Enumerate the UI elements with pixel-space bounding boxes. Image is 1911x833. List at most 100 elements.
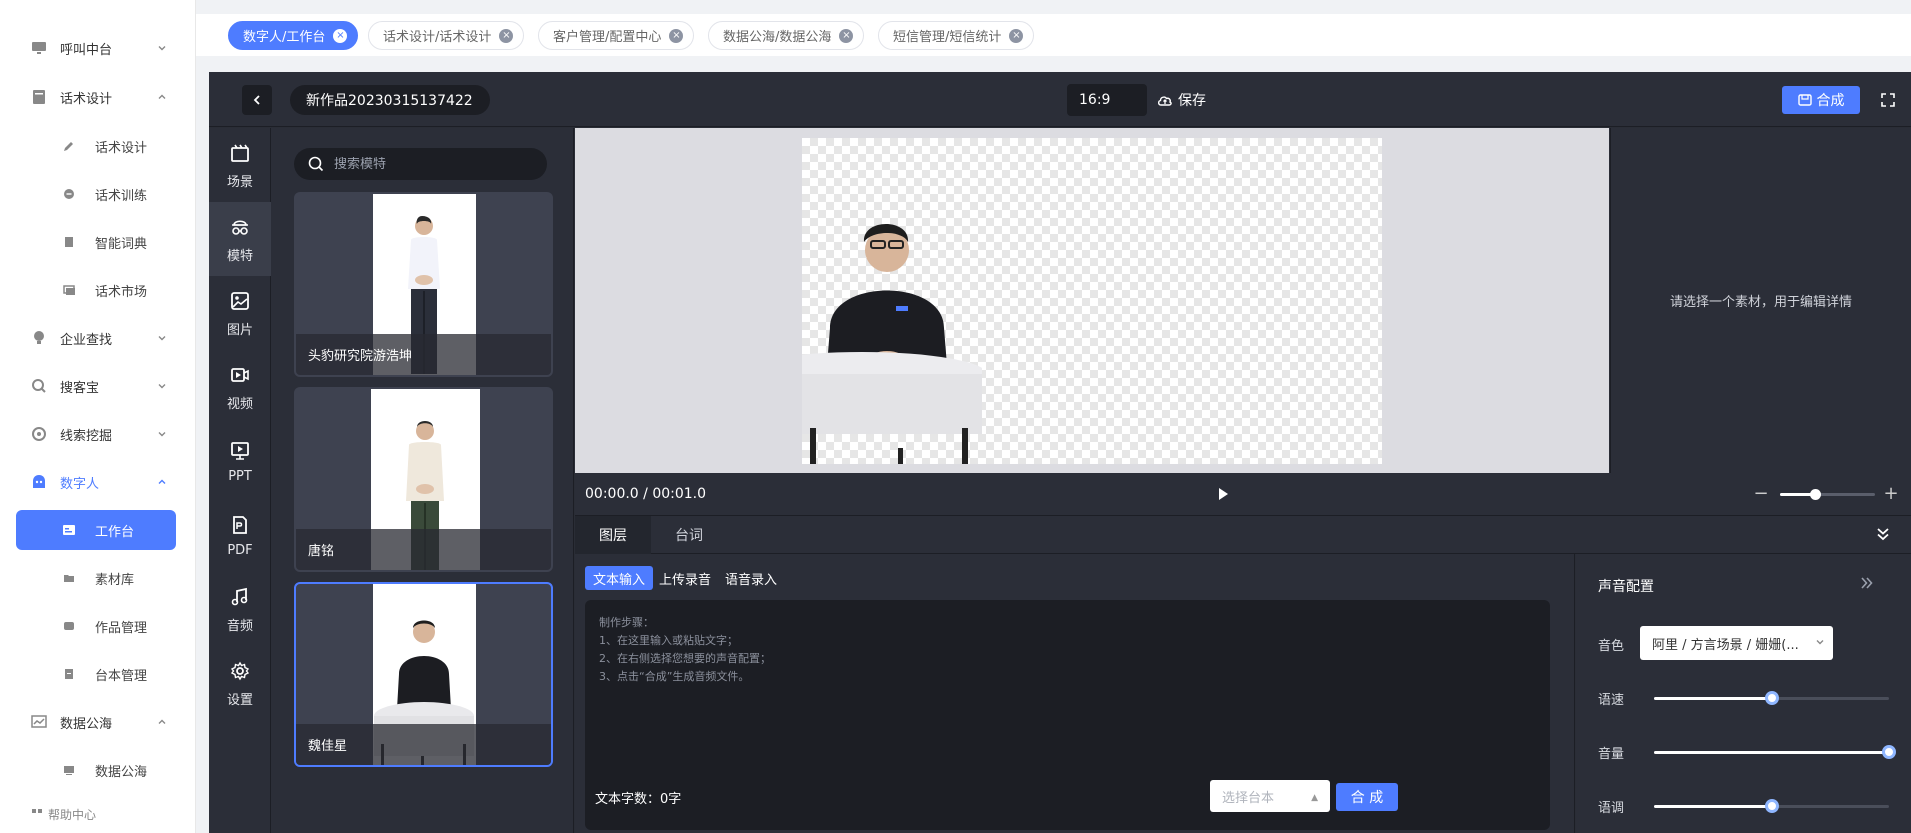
model-name: 唐铭: [296, 529, 551, 570]
close-icon[interactable]: ×: [499, 28, 514, 43]
model-card[interactable]: 魏佳星: [294, 582, 553, 767]
robot-icon: [30, 473, 48, 491]
close-icon[interactable]: ×: [839, 28, 854, 43]
tab-config-center[interactable]: 客户管理/配置中心 ×: [538, 21, 695, 50]
sidebar-item-script-management[interactable]: 台本管理: [0, 654, 196, 694]
preview-canvas[interactable]: [802, 138, 1382, 464]
tool-label: 音频: [226, 618, 253, 634]
zoom-slider-handle[interactable]: [1810, 489, 1822, 500]
tool-image[interactable]: 图片: [209, 276, 271, 350]
sidebar-item-script-design-sub[interactable]: 话术设计: [0, 126, 196, 166]
sidebar-item-script-training[interactable]: 话术训练: [0, 174, 196, 214]
script-text-box: 文本字数：0字 选择台本 ▲ 合 成: [585, 600, 1550, 830]
tab-lines[interactable]: 台词: [651, 516, 727, 554]
chevron-down-icon: [156, 380, 168, 392]
speed-slider-handle[interactable]: [1764, 691, 1779, 705]
zoom-slider[interactable]: [1780, 489, 1875, 500]
back-button[interactable]: [242, 85, 272, 115]
sidebar-item-label: 话术市场: [95, 284, 148, 300]
script-select[interactable]: 选择台本 ▲: [1210, 780, 1330, 812]
sidebar-item-works-management[interactable]: 作品管理: [0, 606, 196, 646]
sidebar-item-lead-mining[interactable]: 线索挖掘: [0, 414, 196, 454]
aspect-ratio-select[interactable]: 16:9: [1067, 84, 1147, 116]
tool-audio[interactable]: 音频: [209, 572, 271, 646]
sidebar-item-label: 素材库: [95, 572, 135, 588]
tool-video[interactable]: 视频: [209, 350, 271, 424]
tool-label: PDF: [227, 542, 253, 558]
search-icon: [308, 156, 324, 172]
sidebar-item-material-library[interactable]: 素材库: [0, 558, 196, 598]
music-icon: [228, 585, 252, 609]
close-icon[interactable]: ×: [333, 28, 348, 43]
sidebar-item-digital-human[interactable]: 数字人: [0, 462, 196, 502]
tab-layers[interactable]: 图层: [575, 516, 651, 554]
sidebar-item-workbench[interactable]: 工作台: [16, 510, 176, 550]
properties-hint: 请选择一个素材，用于编辑详情: [1669, 295, 1852, 310]
sidebar-item-label: 话术训练: [95, 188, 148, 204]
tool-model[interactable]: 模特: [209, 202, 271, 276]
help-icon: [30, 807, 44, 821]
speed-slider-fill: [1654, 697, 1772, 700]
sidebar-item-data-pool-sub[interactable]: 数据公海: [0, 750, 196, 790]
synthesize-audio-button[interactable]: 合 成: [1336, 783, 1398, 811]
model-search-input[interactable]: [334, 156, 534, 172]
sidebar-item-label: 线索挖掘: [60, 428, 113, 444]
volume-slider-handle[interactable]: [1882, 745, 1896, 759]
sidebar-item-data-pool[interactable]: 数据公海: [0, 702, 196, 742]
video-editor: 新作品20230315137422 16:9 保存 合成 场景 模特 图片 视频…: [209, 72, 1911, 833]
mode-upload-audio[interactable]: 上传录音: [651, 566, 719, 590]
timbre-select[interactable]: 阿里 / 方言场景 / 姗姗(...: [1640, 626, 1833, 660]
mode-voice-record[interactable]: 语音录入: [717, 566, 785, 590]
zoom-out-icon[interactable]: −: [1752, 484, 1770, 504]
model-icon: [228, 215, 252, 239]
chat-icon: [62, 187, 76, 201]
speed-slider[interactable]: [1654, 691, 1889, 705]
sidebar-item-soukebao[interactable]: 搜客宝: [0, 366, 196, 406]
model-card[interactable]: 头豹研究院游浩坤: [294, 192, 553, 377]
chevron-down-icon: [1815, 637, 1825, 650]
pitch-slider[interactable]: [1654, 799, 1889, 813]
chart-icon: [30, 713, 48, 731]
sidebar-item-label: 台本管理: [95, 668, 148, 684]
sidebar-item-script-design[interactable]: 话术设计: [0, 77, 196, 117]
close-icon[interactable]: ×: [1009, 28, 1024, 43]
sidebar-item-label: 工作台: [95, 524, 135, 540]
zoom-in-icon[interactable]: +: [1882, 484, 1900, 504]
cloud-upload-icon: [1157, 96, 1172, 106]
ppt-icon: [228, 439, 252, 463]
volume-slider[interactable]: [1654, 745, 1896, 759]
mode-text-input[interactable]: 文本输入: [585, 566, 654, 590]
tab-workbench[interactable]: 数字人/工作台 ×: [228, 21, 359, 50]
tab-sms-stats[interactable]: 短信管理/短信统计 ×: [878, 21, 1035, 50]
pitch-slider-handle[interactable]: [1764, 799, 1779, 813]
model-card[interactable]: 唐铭: [294, 387, 553, 572]
sidebar-item-script-market[interactable]: 话术市场: [0, 270, 196, 310]
sidebar-item-call-center[interactable]: 呼叫中台: [0, 28, 196, 68]
sidebar-item-help-center[interactable]: 帮助中心: [0, 803, 196, 825]
model-search: [294, 148, 547, 180]
sidebar-item-company-search[interactable]: 企业查找: [0, 318, 196, 358]
film-icon: [1797, 94, 1812, 106]
script-textarea[interactable]: [599, 614, 1529, 764]
save-button[interactable]: 保存: [1157, 86, 1206, 114]
fullscreen-icon[interactable]: [1877, 89, 1899, 111]
pitch-label: 语调: [1598, 801, 1625, 816]
folder-icon: [62, 571, 76, 585]
tab-data-pool[interactable]: 数据公海/数据公海 ×: [708, 21, 865, 50]
preview-stage: [575, 128, 1609, 473]
bulb-icon: [30, 329, 48, 347]
project-title[interactable]: 新作品20230315137422: [290, 85, 490, 115]
close-icon[interactable]: ×: [669, 28, 684, 43]
chevron-up-icon: [156, 716, 168, 728]
sidebar-item-smart-dictionary[interactable]: 智能词典: [0, 222, 196, 262]
tool-ppt[interactable]: PPT: [209, 424, 271, 498]
synthesize-button[interactable]: 合成: [1782, 86, 1860, 114]
tool-pdf[interactable]: PDF: [209, 498, 271, 572]
synthesize-label: 合成: [1816, 93, 1845, 109]
tool-scene[interactable]: 场景: [209, 128, 271, 202]
double-chevron-down-icon[interactable]: [1875, 526, 1893, 544]
play-icon[interactable]: [1215, 486, 1233, 504]
tab-script-design[interactable]: 话术设计/话术设计 ×: [368, 21, 525, 50]
double-chevron-right-icon[interactable]: [1860, 576, 1876, 592]
tool-settings[interactable]: 设置: [209, 646, 271, 720]
